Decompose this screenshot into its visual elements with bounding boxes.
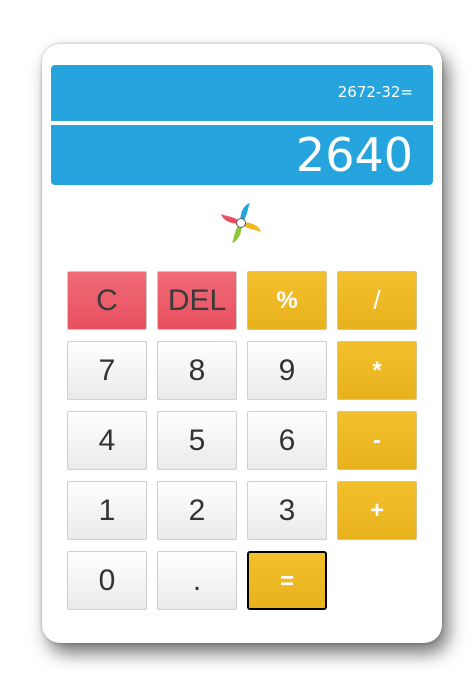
plus-button[interactable]: + — [337, 481, 417, 540]
clear-button[interactable]: C — [67, 271, 147, 330]
digit-6-button[interactable]: 6 — [247, 411, 327, 470]
pinwheel-logo-icon — [221, 203, 261, 243]
digit-7-button[interactable]: 7 — [67, 341, 147, 400]
digit-5-button[interactable]: 5 — [157, 411, 237, 470]
digit-0-button[interactable]: 0 — [67, 551, 147, 610]
result-text: 2640 — [295, 128, 413, 182]
digit-9-button[interactable]: 9 — [247, 341, 327, 400]
multiply-button[interactable]: * — [337, 341, 417, 400]
delete-button[interactable]: DEL — [157, 271, 237, 330]
digit-1-button[interactable]: 1 — [67, 481, 147, 540]
divide-button[interactable]: / — [337, 271, 417, 330]
decimal-point-button[interactable]: . — [157, 551, 237, 610]
digit-8-button[interactable]: 8 — [157, 341, 237, 400]
equals-button[interactable]: = — [247, 551, 327, 610]
calculator-card: 2672-32= 2640 C DEL % / 7 8 9 * 4 5 6 - … — [42, 44, 442, 643]
minus-button[interactable]: - — [337, 411, 417, 470]
result-display: 2640 — [51, 125, 433, 185]
digit-3-button[interactable]: 3 — [247, 481, 327, 540]
expression-display: 2672-32= — [51, 65, 433, 121]
digit-4-button[interactable]: 4 — [67, 411, 147, 470]
digit-2-button[interactable]: 2 — [157, 481, 237, 540]
percent-button[interactable]: % — [247, 271, 327, 330]
expression-text: 2672-32= — [337, 83, 413, 101]
